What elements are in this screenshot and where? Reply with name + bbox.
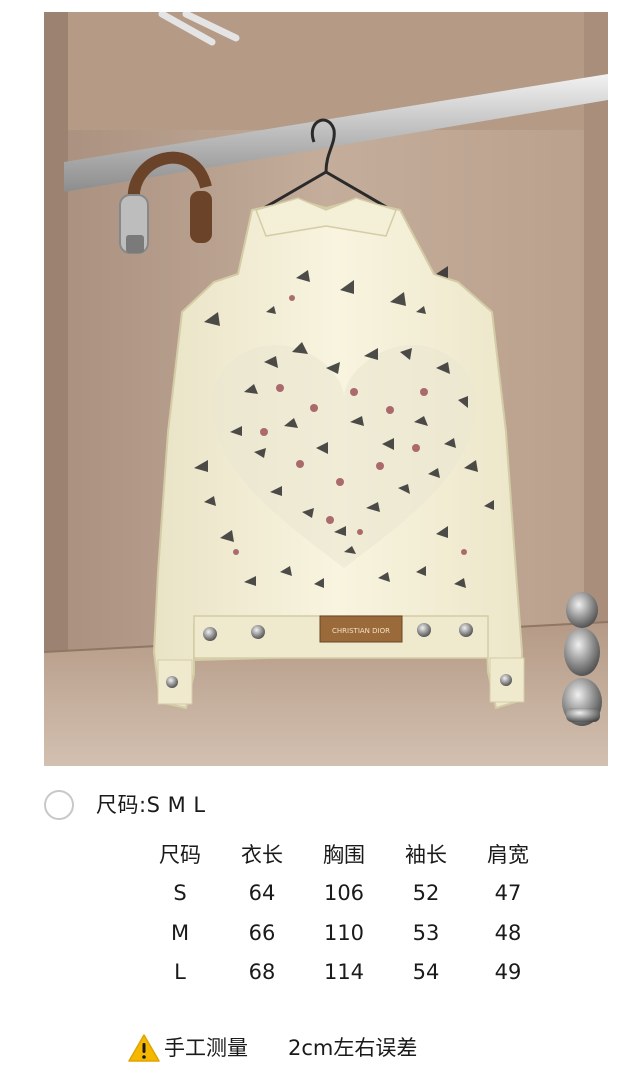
cell-size: S bbox=[173, 881, 187, 906]
size-chart-header-row: 尺码 衣长 胸围 袖长 肩宽 bbox=[150, 834, 538, 874]
note-handmade-measure: 手工测量 bbox=[164, 1036, 248, 1060]
cell-chest: 114 bbox=[323, 960, 365, 985]
cell-length: 64 bbox=[248, 881, 276, 906]
cell-shoulder: 48 bbox=[494, 920, 522, 945]
cell-sleeve: 52 bbox=[412, 881, 440, 906]
header-shoulder: 肩宽 bbox=[487, 842, 529, 867]
header-chest: 胸围 bbox=[323, 842, 365, 867]
header-length: 衣长 bbox=[241, 842, 283, 867]
size-options-label: 尺码:S M L bbox=[96, 793, 206, 817]
cell-sleeve: 54 bbox=[412, 960, 440, 985]
table-row: S 64 106 52 47 bbox=[150, 874, 538, 914]
cell-chest: 106 bbox=[323, 881, 365, 906]
product-photo[interactable]: CHRISTIAN DIOR bbox=[44, 12, 608, 766]
warning-icon bbox=[128, 1034, 160, 1062]
cell-length: 68 bbox=[248, 960, 276, 985]
silver-figurine bbox=[562, 592, 602, 726]
header-sleeve: 袖长 bbox=[405, 842, 447, 867]
size-radio-button[interactable] bbox=[44, 790, 74, 820]
table-row: M 66 110 53 48 bbox=[150, 913, 538, 953]
cell-sleeve: 53 bbox=[412, 920, 440, 945]
cell-size: M bbox=[170, 920, 190, 945]
cell-chest: 110 bbox=[323, 920, 365, 945]
cell-shoulder: 49 bbox=[494, 960, 522, 985]
cell-shoulder: 47 bbox=[494, 881, 522, 906]
size-chart-table: 尺码 衣长 胸围 袖长 肩宽 S 64 106 52 47 M 66 110 5… bbox=[150, 834, 538, 992]
header-size: 尺码 bbox=[159, 842, 201, 867]
note-error-margin: 2cm左右误差 bbox=[288, 1036, 418, 1060]
measurement-note: 手工测量 2cm左右误差 bbox=[128, 1032, 417, 1064]
table-row: L 68 114 54 49 bbox=[150, 953, 538, 993]
svg-text:CHRISTIAN DIOR: CHRISTIAN DIOR bbox=[332, 627, 390, 635]
cell-length: 66 bbox=[248, 920, 276, 945]
cell-size: L bbox=[174, 960, 186, 985]
